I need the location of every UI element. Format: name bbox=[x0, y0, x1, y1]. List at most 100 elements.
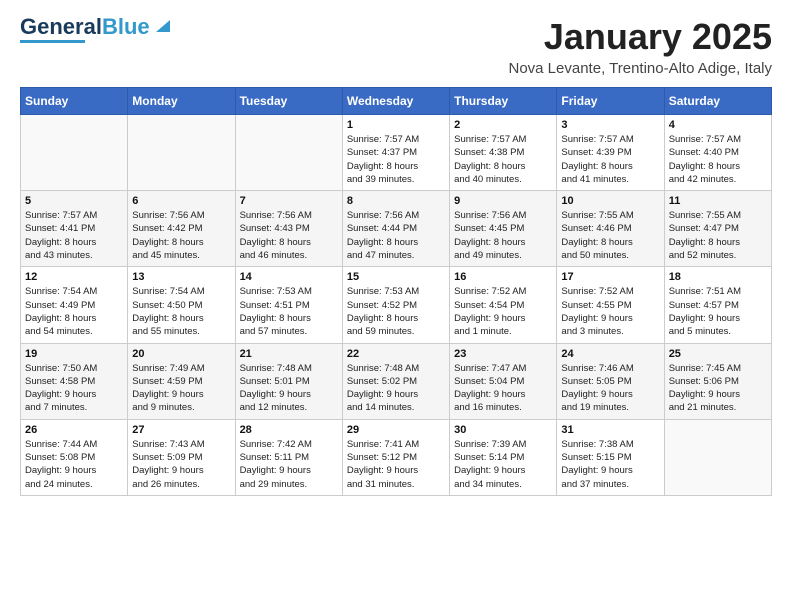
day-number: 5 bbox=[25, 195, 123, 207]
calendar-body: 1 Sunrise: 7:57 AM Sunset: 4:37 PM Daylig… bbox=[21, 115, 772, 496]
logo-general: General bbox=[20, 14, 102, 39]
day-info: Sunrise: 7:57 AM Sunset: 4:40 PM Dayligh… bbox=[669, 133, 767, 186]
calendar-cell: 16Sunrise: 7:52 AM Sunset: 4:54 PM Dayli… bbox=[450, 267, 557, 343]
weekday-header-thursday: Thursday bbox=[450, 88, 557, 115]
weekday-header-saturday: Saturday bbox=[664, 88, 771, 115]
day-info: Sunrise: 7:56 AM Sunset: 4:42 PM Dayligh… bbox=[132, 209, 230, 262]
calendar-cell: 5 Sunrise: 7:57 AM Sunset: 4:41 PM Daylig… bbox=[21, 191, 128, 267]
day-number: 20 bbox=[132, 348, 230, 360]
day-info: Sunrise: 7:53 AM Sunset: 4:52 PM Dayligh… bbox=[347, 285, 445, 338]
weekday-header-row: SundayMondayTuesdayWednesdayThursdayFrid… bbox=[21, 88, 772, 115]
day-number: 27 bbox=[132, 424, 230, 436]
day-info: Sunrise: 7:57 AM Sunset: 4:39 PM Dayligh… bbox=[561, 133, 659, 186]
day-number: 4 bbox=[669, 119, 767, 131]
day-number: 19 bbox=[25, 348, 123, 360]
calendar-cell: 22Sunrise: 7:48 AM Sunset: 5:02 PM Dayli… bbox=[342, 343, 449, 419]
day-info: Sunrise: 7:48 AM Sunset: 5:02 PM Dayligh… bbox=[347, 362, 445, 415]
calendar-cell bbox=[128, 115, 235, 191]
month-title: January 2025 bbox=[509, 16, 773, 58]
day-number: 24 bbox=[561, 348, 659, 360]
day-info: Sunrise: 7:42 AM Sunset: 5:11 PM Dayligh… bbox=[240, 438, 338, 491]
weekday-header-monday: Monday bbox=[128, 88, 235, 115]
calendar-cell: 21 Sunrise: 7:48 AM Sunset: 5:01 PM Dayli… bbox=[235, 343, 342, 419]
calendar-cell: 18 Sunrise: 7:51 AM Sunset: 4:57 PM Dayli… bbox=[664, 267, 771, 343]
weekday-header-friday: Friday bbox=[557, 88, 664, 115]
day-number: 3 bbox=[561, 119, 659, 131]
calendar-week-4: 26 Sunrise: 7:44 AM Sunset: 5:08 PM Dayli… bbox=[21, 419, 772, 495]
calendar-cell: 14Sunrise: 7:53 AM Sunset: 4:51 PM Dayli… bbox=[235, 267, 342, 343]
calendar-cell: 28Sunrise: 7:42 AM Sunset: 5:11 PM Dayli… bbox=[235, 419, 342, 495]
calendar-header: SundayMondayTuesdayWednesdayThursdayFrid… bbox=[21, 88, 772, 115]
day-number: 12 bbox=[25, 271, 123, 283]
calendar-cell: 10 Sunrise: 7:55 AM Sunset: 4:46 PM Dayli… bbox=[557, 191, 664, 267]
day-info: Sunrise: 7:51 AM Sunset: 4:57 PM Dayligh… bbox=[669, 285, 767, 338]
calendar-table: SundayMondayTuesdayWednesdayThursdayFrid… bbox=[20, 87, 772, 496]
calendar-cell: 6Sunrise: 7:56 AM Sunset: 4:42 PM Daylig… bbox=[128, 191, 235, 267]
weekday-header-sunday: Sunday bbox=[21, 88, 128, 115]
day-number: 16 bbox=[454, 271, 552, 283]
day-number: 18 bbox=[669, 271, 767, 283]
day-number: 8 bbox=[347, 195, 445, 207]
day-info: Sunrise: 7:52 AM Sunset: 4:55 PM Dayligh… bbox=[561, 285, 659, 338]
day-number: 13 bbox=[132, 271, 230, 283]
calendar-cell: 26 Sunrise: 7:44 AM Sunset: 5:08 PM Dayli… bbox=[21, 419, 128, 495]
day-number: 17 bbox=[561, 271, 659, 283]
location-subtitle: Nova Levante, Trentino-Alto Adige, Italy bbox=[509, 60, 773, 77]
calendar-cell: 8 Sunrise: 7:56 AM Sunset: 4:44 PM Daylig… bbox=[342, 191, 449, 267]
calendar-cell: 3 Sunrise: 7:57 AM Sunset: 4:39 PM Daylig… bbox=[557, 115, 664, 191]
day-number: 21 bbox=[240, 348, 338, 360]
day-info: Sunrise: 7:57 AM Sunset: 4:37 PM Dayligh… bbox=[347, 133, 445, 186]
logo: GeneralBlue bbox=[20, 16, 174, 43]
calendar-cell: 17 Sunrise: 7:52 AM Sunset: 4:55 PM Dayli… bbox=[557, 267, 664, 343]
calendar-week-0: 1 Sunrise: 7:57 AM Sunset: 4:37 PM Daylig… bbox=[21, 115, 772, 191]
day-info: Sunrise: 7:41 AM Sunset: 5:12 PM Dayligh… bbox=[347, 438, 445, 491]
calendar-cell: 9 Sunrise: 7:56 AM Sunset: 4:45 PM Daylig… bbox=[450, 191, 557, 267]
calendar-cell: 30Sunrise: 7:39 AM Sunset: 5:14 PM Dayli… bbox=[450, 419, 557, 495]
day-info: Sunrise: 7:38 AM Sunset: 5:15 PM Dayligh… bbox=[561, 438, 659, 491]
day-info: Sunrise: 7:56 AM Sunset: 4:45 PM Dayligh… bbox=[454, 209, 552, 262]
day-info: Sunrise: 7:45 AM Sunset: 5:06 PM Dayligh… bbox=[669, 362, 767, 415]
calendar-cell: 24Sunrise: 7:46 AM Sunset: 5:05 PM Dayli… bbox=[557, 343, 664, 419]
logo-blue: Blue bbox=[102, 14, 150, 39]
day-info: Sunrise: 7:47 AM Sunset: 5:04 PM Dayligh… bbox=[454, 362, 552, 415]
day-info: Sunrise: 7:57 AM Sunset: 4:41 PM Dayligh… bbox=[25, 209, 123, 262]
calendar-cell: 27Sunrise: 7:43 AM Sunset: 5:09 PM Dayli… bbox=[128, 419, 235, 495]
day-number: 30 bbox=[454, 424, 552, 436]
calendar-cell: 2Sunrise: 7:57 AM Sunset: 4:38 PM Daylig… bbox=[450, 115, 557, 191]
logo-text: GeneralBlue bbox=[20, 16, 150, 38]
calendar-cell: 23Sunrise: 7:47 AM Sunset: 5:04 PM Dayli… bbox=[450, 343, 557, 419]
calendar-week-2: 12 Sunrise: 7:54 AM Sunset: 4:49 PM Dayli… bbox=[21, 267, 772, 343]
calendar-cell: 13 Sunrise: 7:54 AM Sunset: 4:50 PM Dayli… bbox=[128, 267, 235, 343]
day-number: 7 bbox=[240, 195, 338, 207]
calendar-week-1: 5 Sunrise: 7:57 AM Sunset: 4:41 PM Daylig… bbox=[21, 191, 772, 267]
day-info: Sunrise: 7:55 AM Sunset: 4:46 PM Dayligh… bbox=[561, 209, 659, 262]
day-number: 15 bbox=[347, 271, 445, 283]
day-number: 14 bbox=[240, 271, 338, 283]
day-info: Sunrise: 7:54 AM Sunset: 4:49 PM Dayligh… bbox=[25, 285, 123, 338]
day-number: 26 bbox=[25, 424, 123, 436]
calendar-cell bbox=[664, 419, 771, 495]
calendar-cell: 1 Sunrise: 7:57 AM Sunset: 4:37 PM Daylig… bbox=[342, 115, 449, 191]
day-info: Sunrise: 7:44 AM Sunset: 5:08 PM Dayligh… bbox=[25, 438, 123, 491]
day-number: 1 bbox=[347, 119, 445, 131]
calendar-cell: 11Sunrise: 7:55 AM Sunset: 4:47 PM Dayli… bbox=[664, 191, 771, 267]
day-info: Sunrise: 7:56 AM Sunset: 4:43 PM Dayligh… bbox=[240, 209, 338, 262]
calendar-cell: 4 Sunrise: 7:57 AM Sunset: 4:40 PM Daylig… bbox=[664, 115, 771, 191]
day-info: Sunrise: 7:48 AM Sunset: 5:01 PM Dayligh… bbox=[240, 362, 338, 415]
day-number: 29 bbox=[347, 424, 445, 436]
day-info: Sunrise: 7:54 AM Sunset: 4:50 PM Dayligh… bbox=[132, 285, 230, 338]
day-number: 10 bbox=[561, 195, 659, 207]
day-info: Sunrise: 7:49 AM Sunset: 4:59 PM Dayligh… bbox=[132, 362, 230, 415]
calendar-cell bbox=[21, 115, 128, 191]
day-info: Sunrise: 7:55 AM Sunset: 4:47 PM Dayligh… bbox=[669, 209, 767, 262]
logo-underline bbox=[20, 40, 85, 43]
day-number: 9 bbox=[454, 195, 552, 207]
logo-icon bbox=[152, 14, 174, 36]
calendar-week-3: 19 Sunrise: 7:50 AM Sunset: 4:58 PM Dayli… bbox=[21, 343, 772, 419]
calendar-cell: 7 Sunrise: 7:56 AM Sunset: 4:43 PM Daylig… bbox=[235, 191, 342, 267]
calendar-cell bbox=[235, 115, 342, 191]
day-info: Sunrise: 7:56 AM Sunset: 4:44 PM Dayligh… bbox=[347, 209, 445, 262]
day-info: Sunrise: 7:50 AM Sunset: 4:58 PM Dayligh… bbox=[25, 362, 123, 415]
weekday-header-wednesday: Wednesday bbox=[342, 88, 449, 115]
day-number: 25 bbox=[669, 348, 767, 360]
